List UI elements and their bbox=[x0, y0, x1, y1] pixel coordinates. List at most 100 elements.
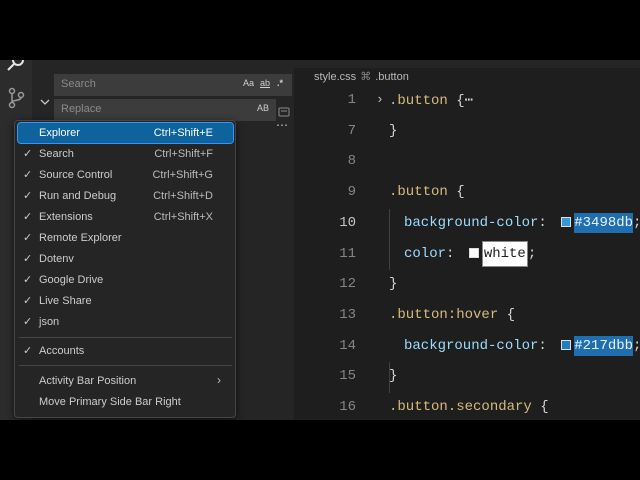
menu-item-label: Accounts bbox=[39, 345, 85, 357]
menu-item-label: Run and Debug bbox=[39, 190, 117, 202]
code-text: background-color: #217dbb; bbox=[404, 335, 640, 356]
line-number: 10 bbox=[339, 214, 356, 231]
line-number: 9 bbox=[347, 184, 356, 201]
code-line[interactable]: 16 .button.secondary { bbox=[294, 393, 640, 420]
css-property: color bbox=[404, 245, 447, 262]
menu-item-label: Move Primary Side Bar Right bbox=[39, 396, 181, 408]
menu-item-explorer[interactable]: Explorer Ctrl+Shift+E bbox=[17, 122, 234, 144]
search-icon[interactable] bbox=[4, 60, 28, 78]
menu-separator bbox=[19, 365, 232, 366]
css-property: background-color bbox=[404, 214, 539, 231]
chevron-down-icon[interactable] bbox=[40, 92, 50, 111]
line-number: 14 bbox=[339, 337, 356, 354]
menu-item-move-primary-side-bar-right[interactable]: Move Primary Side Bar Right bbox=[18, 392, 233, 412]
menu-item-remote-explorer[interactable]: ✓ Remote Explorer bbox=[18, 228, 233, 248]
code-line[interactable]: 1 › .button {⋯ bbox=[294, 86, 640, 116]
preserve-case-toggle[interactable]: AB bbox=[257, 103, 269, 113]
code-text: .button:hover { bbox=[389, 307, 515, 323]
css-property: background-color bbox=[404, 337, 539, 354]
code-text: .button { bbox=[389, 184, 465, 200]
code-line[interactable]: 9 .button { bbox=[294, 178, 640, 208]
menu-item-dotenv[interactable]: ✓ Dotenv bbox=[18, 249, 233, 269]
color-swatch[interactable] bbox=[561, 216, 572, 227]
code-line[interactable]: 12} bbox=[294, 270, 640, 300]
menu-item-shortcut: Ctrl+Shift+D bbox=[153, 190, 213, 202]
menu-item-label: Search bbox=[39, 148, 74, 160]
menu-item-activity-bar-position[interactable]: Activity Bar Position › bbox=[18, 371, 233, 391]
menu-item-source-control[interactable]: ✓ Source Control Ctrl+Shift+G bbox=[18, 165, 233, 185]
line-number: 13 bbox=[339, 306, 356, 323]
more-actions-icon[interactable]: ⋯ bbox=[276, 118, 288, 132]
code-punctuation: { bbox=[531, 399, 549, 415]
code-text: .button.secondary { bbox=[389, 399, 549, 415]
code-text: color: white; bbox=[404, 240, 537, 267]
line-number: 11 bbox=[339, 245, 356, 262]
css-value: #217dbb bbox=[574, 335, 634, 356]
menu-item-label: Source Control bbox=[39, 169, 113, 181]
menu-item-label: Google Drive bbox=[39, 274, 104, 286]
regex-toggle[interactable]: .* bbox=[277, 78, 283, 88]
check-icon: ✓ bbox=[23, 169, 33, 181]
line-number: 15 bbox=[339, 368, 356, 385]
code-line[interactable]: 11 color: white; bbox=[294, 240, 640, 270]
css-selector: .button.secondary bbox=[389, 399, 532, 415]
match-case-toggle[interactable]: Aa bbox=[243, 78, 254, 88]
code-text: .button {⋯ bbox=[389, 92, 473, 109]
chevron-right-icon: › bbox=[217, 373, 221, 387]
code-punctuation: ; bbox=[633, 338, 640, 354]
css-value: white bbox=[481, 240, 528, 267]
search-input[interactable]: Search Aa ab .* bbox=[54, 74, 292, 96]
menu-item-label: Activity Bar Position bbox=[39, 375, 137, 387]
whole-word-toggle[interactable]: ab bbox=[260, 78, 270, 88]
color-swatch[interactable] bbox=[561, 339, 572, 350]
replace-all-icon[interactable] bbox=[278, 103, 290, 117]
breadcrumb-file[interactable]: style.css bbox=[314, 71, 356, 83]
tab-bar bbox=[294, 60, 640, 68]
color-swatch[interactable] bbox=[468, 247, 479, 258]
search-placeholder: Search bbox=[61, 78, 96, 90]
check-icon: ✓ bbox=[23, 316, 33, 328]
check-icon: ✓ bbox=[23, 295, 33, 307]
code-text: } bbox=[389, 276, 397, 292]
breadcrumb-symbol[interactable]: .button bbox=[375, 71, 409, 83]
menu-item-label: Live Share bbox=[39, 295, 92, 307]
replace-placeholder: Replace bbox=[61, 103, 102, 115]
css-selector: .button:hover bbox=[389, 306, 499, 323]
code-line[interactable]: 13 .button:hover { bbox=[294, 301, 640, 331]
menu-item-shortcut: Ctrl+Shift+E bbox=[153, 127, 213, 139]
code-line[interactable]: 8 bbox=[294, 147, 640, 177]
code-punctuation: { bbox=[447, 184, 465, 201]
code-punctuation: : bbox=[446, 245, 463, 262]
letterbox-bottom bbox=[0, 420, 640, 480]
code-punctuation: } bbox=[389, 122, 398, 139]
code-punctuation: } bbox=[389, 368, 398, 385]
code-line[interactable]: 15} bbox=[294, 362, 640, 392]
editor: style.css ⌘ .button 1 › .button {⋯ 7} 8 9 .butto… bbox=[294, 60, 640, 420]
line-number: 7 bbox=[347, 122, 356, 139]
check-icon: ✓ bbox=[23, 190, 33, 202]
code-punctuation: ; bbox=[633, 215, 640, 231]
source-control-icon[interactable] bbox=[4, 86, 28, 110]
line-number: 12 bbox=[339, 276, 356, 293]
menu-item-search[interactable]: ✓ Search Ctrl+Shift+F bbox=[18, 144, 233, 164]
check-icon: ✓ bbox=[23, 211, 33, 223]
code-text: } bbox=[389, 368, 397, 384]
code-punctuation: { bbox=[498, 306, 516, 323]
menu-item-accounts[interactable]: ✓ Accounts bbox=[18, 341, 233, 361]
code-line[interactable]: 14 background-color: #217dbb; bbox=[294, 332, 640, 362]
line-number: 16 bbox=[339, 399, 356, 415]
code-line[interactable]: 10 background-color: #3498db; bbox=[294, 209, 640, 239]
activity-bar-context-menu: Explorer Ctrl+Shift+E ✓ Search Ctrl+Shift+F ✓… bbox=[14, 120, 236, 418]
code-line[interactable]: 7} bbox=[294, 117, 640, 147]
fold-chevron-icon[interactable]: › bbox=[376, 92, 384, 107]
line-number: 8 bbox=[347, 153, 356, 170]
menu-item-json[interactable]: ✓ json bbox=[18, 312, 233, 332]
menu-item-run-and-debug[interactable]: ✓ Run and Debug Ctrl+Shift+D bbox=[18, 186, 233, 206]
replace-input[interactable]: Replace AB bbox=[54, 99, 276, 121]
check-icon: ✓ bbox=[23, 148, 33, 160]
code-punctuation: ; bbox=[527, 245, 537, 262]
menu-item-shortcut: Ctrl+Shift+G bbox=[152, 169, 213, 181]
menu-item-google-drive[interactable]: ✓ Google Drive bbox=[18, 270, 233, 290]
menu-item-extensions[interactable]: ✓ Extensions Ctrl+Shift+X bbox=[18, 207, 233, 227]
menu-item-live-share[interactable]: ✓ Live Share bbox=[18, 291, 233, 311]
